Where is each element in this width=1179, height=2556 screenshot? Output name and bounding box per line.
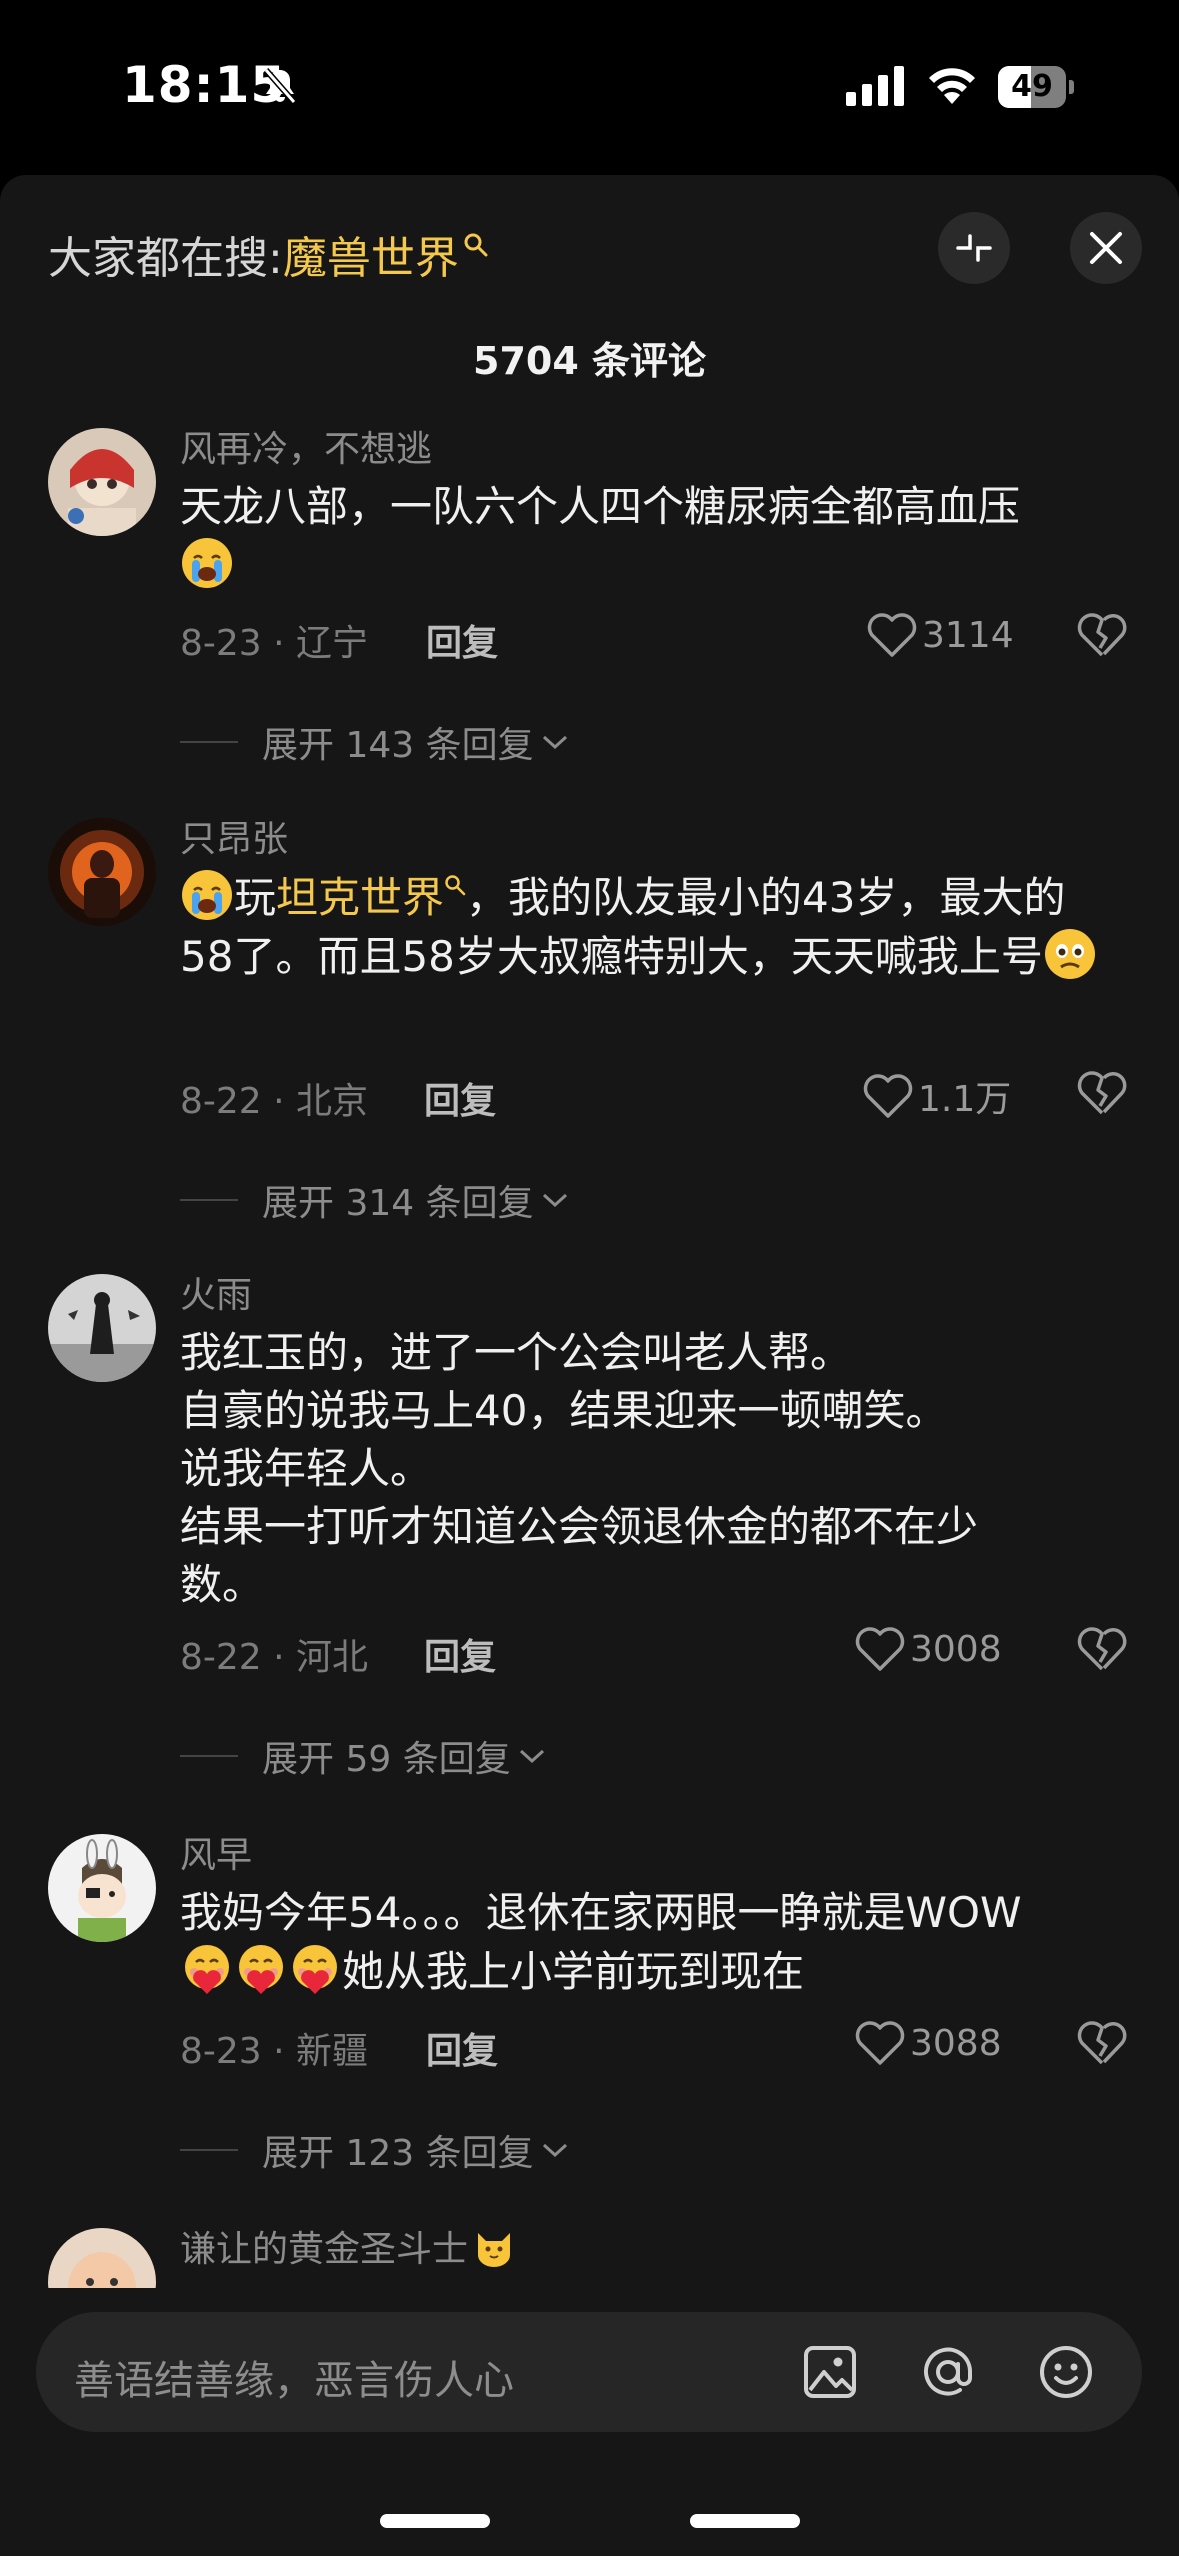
comment-date-location: 8-23 · 新疆: [180, 2031, 369, 2072]
like-count: 3114: [922, 614, 1014, 656]
comment-text-line: 她从我上小学前玩到现在: [342, 1947, 805, 1996]
collapse-button[interactable]: [938, 212, 1010, 284]
like-button[interactable]: 3008: [854, 1626, 1002, 1672]
heart-icon: [855, 2021, 905, 2065]
wifi-icon: [929, 68, 975, 104]
like-count: 3008: [910, 1628, 1002, 1670]
heart-hug-emoji-icon: [293, 1945, 337, 1994]
holding-back-tears-emoji-icon: [1044, 929, 1095, 979]
comment-text-line: 结果一打听才知道公会领退休金的都不在少: [180, 1502, 979, 1551]
cellular-signal-icon: [846, 66, 904, 106]
expand-replies-label: 展开 143 条回复: [262, 725, 534, 766]
comment-text-line: 我红玉的，进了一个公会叫老人帮。: [180, 1328, 853, 1377]
trending-search-keyword[interactable]: 魔兽世界: [283, 222, 459, 286]
reply-button[interactable]: 回复: [424, 1072, 496, 1124]
close-icon: [1090, 232, 1122, 264]
like-button[interactable]: 3114: [866, 612, 1014, 658]
comment-username[interactable]: 火雨: [180, 1266, 252, 1318]
comment-text: 我红玉的，进了一个公会叫老人帮。 自豪的说我马上40，结果迎来一顿嘲笑。 说我年…: [180, 1324, 1115, 1614]
reply-button[interactable]: 回复: [426, 614, 498, 666]
search-icon: [464, 233, 488, 257]
reply-button[interactable]: 回复: [426, 2022, 498, 2074]
avatar[interactable]: [48, 428, 156, 536]
emoji-icon[interactable]: [1034, 2340, 1098, 2404]
comment-username[interactable]: 只昂张: [180, 810, 288, 862]
comment-username[interactable]: 风早: [180, 1826, 252, 1878]
comment-input-placeholder: 善语结善缘，恶言伤人心: [74, 2358, 514, 2404]
broken-heart-icon[interactable]: [1076, 1070, 1128, 1116]
comment-text-line: 说我年轻人。: [180, 1444, 433, 1493]
expand-replies-button[interactable]: 展开 123 条回复: [180, 2124, 570, 2176]
chevron-down-icon: [542, 735, 567, 750]
heart-icon: [867, 613, 917, 657]
like-button[interactable]: 1.1万: [862, 1070, 1011, 1122]
trending-search[interactable]: 大家都在搜: 魔兽世界: [48, 222, 489, 286]
silent-bell-icon: [263, 68, 297, 104]
like-count: 3088: [910, 2022, 1002, 2064]
status-bar: 18:15 49: [0, 0, 1179, 175]
comment-username-text: 谦让的黄金圣斗士: [180, 2229, 469, 2270]
comment-text-prefix: 玩: [234, 873, 277, 922]
comment-count: 5704 条评论: [473, 339, 706, 383]
comment-text-line: 我妈今年54。。。退休在家两眼一睁就是WOW: [180, 1888, 1022, 1937]
avatar[interactable]: [48, 1834, 156, 1942]
avatar[interactable]: [48, 818, 156, 926]
chevron-down-icon: [542, 2143, 567, 2158]
like-button[interactable]: 3088: [854, 2020, 1002, 2066]
comment-input[interactable]: 善语结善缘，恶言伤人心: [36, 2312, 1142, 2432]
heart-hug-emoji-icon: [185, 1945, 229, 1994]
search-icon: [445, 875, 466, 896]
close-button[interactable]: [1070, 212, 1142, 284]
comment-date-location: 8-23 · 辽宁: [180, 623, 369, 664]
heart-hug-emoji-icon: [239, 1945, 283, 1994]
avatar[interactable]: [48, 1274, 156, 1382]
expand-replies-label: 展开 123 条回复: [262, 2133, 534, 2174]
expand-replies-button[interactable]: 展开 143 条回复: [180, 716, 570, 768]
chevron-down-icon: [542, 1193, 567, 1208]
broken-heart-icon[interactable]: [1076, 1626, 1128, 1672]
comment-text-line: 自豪的说我马上40，结果迎来一顿嘲笑。: [180, 1386, 948, 1435]
crying-face-emoji-icon: [182, 538, 232, 588]
comment-search-link[interactable]: 坦克世界: [276, 873, 444, 922]
home-indicator-right: [690, 2514, 800, 2528]
comment-text-line: 数。: [180, 1560, 265, 1609]
crying-face-emoji-icon: [182, 870, 232, 920]
like-count: 1.1万: [918, 1079, 1012, 1120]
expand-replies-label: 展开 314 条回复: [262, 1183, 534, 1224]
mention-icon[interactable]: [916, 2340, 980, 2404]
comment-text-body: 天龙八部，一队六个人四个糖尿病全都高血压: [180, 482, 1021, 531]
image-icon[interactable]: [798, 2340, 862, 2404]
battery-level: 49: [1011, 69, 1053, 104]
collapse-icon: [956, 234, 992, 262]
expand-replies-label: 展开 59 条回复: [262, 1739, 511, 1780]
comment-text: 玩坦克世界 ，我的队友最小的43岁，最大的58了。而且58岁大叔瘾特别大，天天喊我…: [180, 868, 1115, 986]
trending-search-prefix: 大家都在搜:: [48, 233, 283, 284]
heart-icon: [863, 1074, 913, 1118]
broken-heart-icon[interactable]: [1076, 612, 1128, 658]
chevron-down-icon: [519, 1749, 544, 1764]
comment-text: 天龙八部，一队六个人四个糖尿病全都高血压: [180, 478, 1115, 595]
broken-heart-icon[interactable]: [1076, 2020, 1128, 2066]
reply-button[interactable]: 回复: [424, 1628, 496, 1680]
battery-indicator: 49: [998, 66, 1074, 108]
cat-face-emoji-icon: [478, 2233, 511, 2267]
comment-text: 我妈今年54。。。退休在家两眼一睁就是WOW 她从我上小学前玩到现在: [180, 1884, 1115, 2001]
comment-username[interactable]: 谦让的黄金圣斗士: [180, 2220, 516, 2272]
heart-icon: [855, 1627, 905, 1671]
comment-date-location: 8-22 · 河北: [180, 1637, 369, 1678]
home-indicator-left: [380, 2514, 490, 2528]
comment-input-bar: 善语结善缘，恶言伤人心: [0, 2288, 1179, 2556]
comment-date-location: 8-22 · 北京: [180, 1081, 369, 1122]
expand-replies-button[interactable]: 展开 314 条回复: [180, 1174, 570, 1226]
expand-replies-button[interactable]: 展开 59 条回复: [180, 1730, 547, 1782]
comment-username[interactable]: 风再冷，不想逃: [180, 420, 432, 472]
